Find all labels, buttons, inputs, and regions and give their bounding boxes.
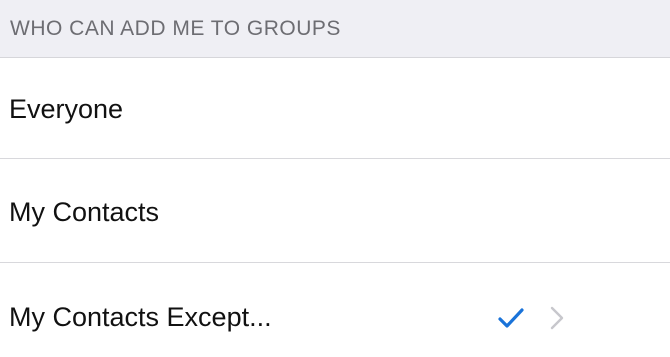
option-my-contacts[interactable]: My Contacts xyxy=(0,159,670,263)
option-my-contacts-except[interactable]: My Contacts Except... xyxy=(0,263,670,357)
option-everyone[interactable]: Everyone xyxy=(0,58,670,162)
section-header-title: WHO CAN ADD ME TO GROUPS xyxy=(10,17,341,40)
option-label: My Contacts Except... xyxy=(9,302,272,332)
checkmark-icon xyxy=(498,308,524,328)
option-label: My Contacts xyxy=(9,197,160,227)
group-privacy-screen: WHO CAN ADD ME TO GROUPS Everyone My Con… xyxy=(0,0,670,357)
option-label: Everyone xyxy=(9,94,124,124)
section-header: WHO CAN ADD ME TO GROUPS xyxy=(0,0,670,58)
chevron-right-icon xyxy=(550,306,564,330)
